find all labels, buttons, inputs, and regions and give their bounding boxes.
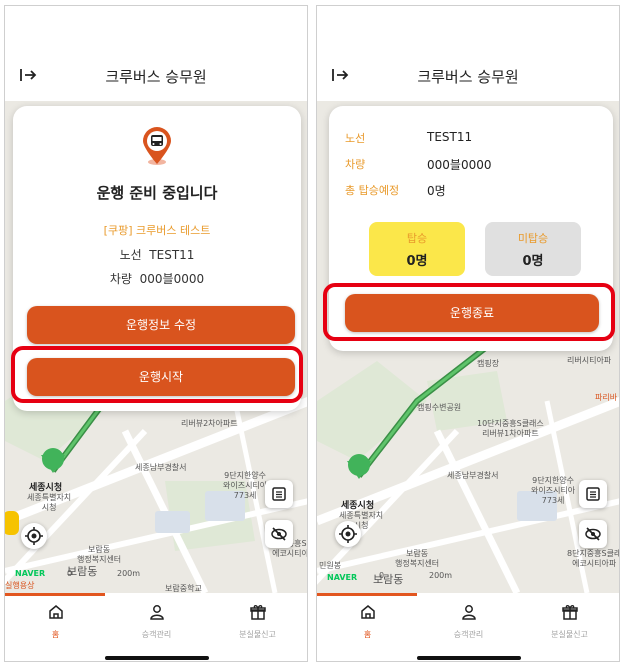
- phone-screen-ready: 크루버스 승무원 세종시청 세종특별자치 시청 세종남부경찰서 9단지한양수 와…: [4, 5, 308, 662]
- tab-lost-found-label: 분실물신고: [551, 630, 588, 639]
- map-scale-label: 200m: [429, 571, 453, 580]
- map-label-police: 세종남부경찰서: [135, 463, 187, 472]
- tab-home-label: 홈: [363, 630, 372, 639]
- tab-home[interactable]: 홈: [5, 603, 106, 640]
- vehicle-label: 차량: [345, 158, 366, 171]
- my-location-button[interactable]: [335, 521, 361, 547]
- home-indicator: [105, 656, 209, 660]
- planned-value: 0명: [427, 184, 446, 198]
- page-title: 크루버스 승무원: [417, 68, 519, 86]
- naver-logo: NAVER: [327, 573, 358, 582]
- map-scale-label: 200m: [117, 569, 141, 578]
- vehicle-value: 000블0000: [139, 272, 205, 286]
- not-boarded-value: 0명: [522, 254, 544, 269]
- not-boarded-box: 미탑승 0명: [485, 222, 581, 276]
- bus-pin-icon: [143, 127, 171, 165]
- map-label-riverv2: 리버시티아파: [567, 356, 612, 365]
- tab-passengers[interactable]: 승객관리: [106, 603, 207, 640]
- my-location-button[interactable]: [21, 523, 47, 549]
- company-line: [쿠팡] 크루버스 테스트: [103, 224, 211, 237]
- route-label: 노선: [119, 248, 142, 262]
- planned-label: 총 탑승예정: [345, 184, 400, 197]
- location-target-icon: [339, 525, 357, 543]
- map-label-apt9: 9단지한양수 와이즈시티아 773세: [531, 476, 576, 505]
- boarded-label: 탑승: [406, 232, 428, 245]
- boarded-box: 탑승 0명: [369, 222, 465, 276]
- map-label-park: 캠핑수변공원: [417, 403, 462, 412]
- route-row: 노선 TEST11: [13, 246, 301, 263]
- tab-home-label: 홈: [51, 630, 60, 639]
- hide-toggle-button[interactable]: [579, 520, 607, 548]
- home-indicator: [417, 656, 521, 660]
- boarded-value: 0명: [406, 254, 428, 269]
- vehicle-row: 차량 000블0000: [13, 270, 301, 287]
- route-value: TEST11: [149, 248, 195, 262]
- map-label-welfare: 보람동 행정복지센터: [77, 545, 122, 564]
- list-view-button[interactable]: [265, 480, 293, 508]
- map-label-apt9: 9단지한양수 와이즈시티아 773세: [223, 471, 268, 500]
- bottom-tab-bar: 홈 승객관리 분실물신고: [317, 593, 619, 661]
- list-icon: [586, 487, 600, 501]
- tab-passengers[interactable]: 승객관리: [418, 603, 519, 640]
- gift-icon: [561, 605, 578, 620]
- gift-icon: [249, 605, 266, 620]
- active-tab-indicator: [5, 593, 105, 596]
- edit-route-info-button[interactable]: 운행정보 수정: [27, 306, 295, 344]
- location-target-icon: [25, 527, 43, 545]
- map-label-city-hall: 세종시청: [341, 501, 375, 511]
- map-label-misc: 실행용상: [5, 581, 35, 590]
- map-label-welfare: 보람동 행정복지센터: [395, 549, 440, 568]
- highlight-box: [11, 346, 303, 403]
- not-boarded-label: 미탑승: [517, 232, 549, 245]
- home-icon: [360, 605, 375, 619]
- vehicle-label: 차량: [109, 272, 132, 286]
- eye-off-icon: [585, 527, 601, 541]
- map-label-apt10: 10단지중흥S클래스 리버뷰1차아파트: [477, 419, 544, 438]
- vehicle-value: 000블0000: [427, 158, 492, 172]
- tab-passengers-label: 승객관리: [453, 630, 484, 639]
- tab-home[interactable]: 홈: [317, 603, 418, 640]
- map-label-police: 세종남부경찰서: [447, 471, 499, 480]
- tab-lost-found[interactable]: 분실물신고: [519, 603, 619, 640]
- status-title: 운행 준비 중입니다: [96, 184, 218, 202]
- map-label-riverview: 리버뷰2차아파트: [181, 419, 238, 428]
- map-label-camp: 캠핑장: [477, 359, 500, 368]
- list-icon: [272, 487, 286, 501]
- list-view-button[interactable]: [579, 480, 607, 508]
- person-icon: [149, 605, 164, 620]
- tab-lost-found[interactable]: 분실물신고: [207, 603, 307, 640]
- map-scale-zero: 0: [379, 571, 385, 580]
- page-title: 크루버스 승무원: [105, 68, 207, 86]
- map-label-civil: 민원봉: [319, 561, 342, 570]
- map-label-paris: 파리바: [595, 393, 618, 402]
- map-label-boram: 보람동: [373, 573, 404, 586]
- app-header: 크루버스 승무원: [317, 6, 619, 101]
- phone-screen-driving: 크루버스 승무원 세종시청 세종특별자치 시청 세종남부경찰서 9단지한양수 와…: [316, 5, 620, 662]
- map-label-city-hall: 세종시청: [29, 483, 63, 493]
- highlight-box: [323, 283, 615, 341]
- naver-logo: NAVER: [15, 569, 46, 578]
- hide-toggle-button[interactable]: [265, 520, 293, 548]
- active-tab-indicator: [317, 593, 417, 596]
- map-label-school: 보람중학교: [165, 584, 202, 593]
- tab-passengers-label: 승객관리: [141, 630, 172, 639]
- map-label-apt8: 8단지중흥S클래 에코시티아파: [567, 549, 619, 568]
- route-value: TEST11: [427, 130, 473, 144]
- tab-lost-found-label: 분실물신고: [239, 630, 276, 639]
- map-scale-zero: 0: [67, 569, 73, 578]
- bottom-tab-bar: 홈 승객관리 분실물신고: [5, 593, 307, 661]
- home-icon: [48, 605, 63, 619]
- route-label: 노선: [345, 132, 366, 145]
- person-icon: [461, 605, 476, 620]
- app-header: 크루버스 승무원: [5, 6, 307, 101]
- eye-off-icon: [271, 527, 287, 541]
- map-label-city-hall-sub: 세종특별자치 시청: [27, 493, 72, 512]
